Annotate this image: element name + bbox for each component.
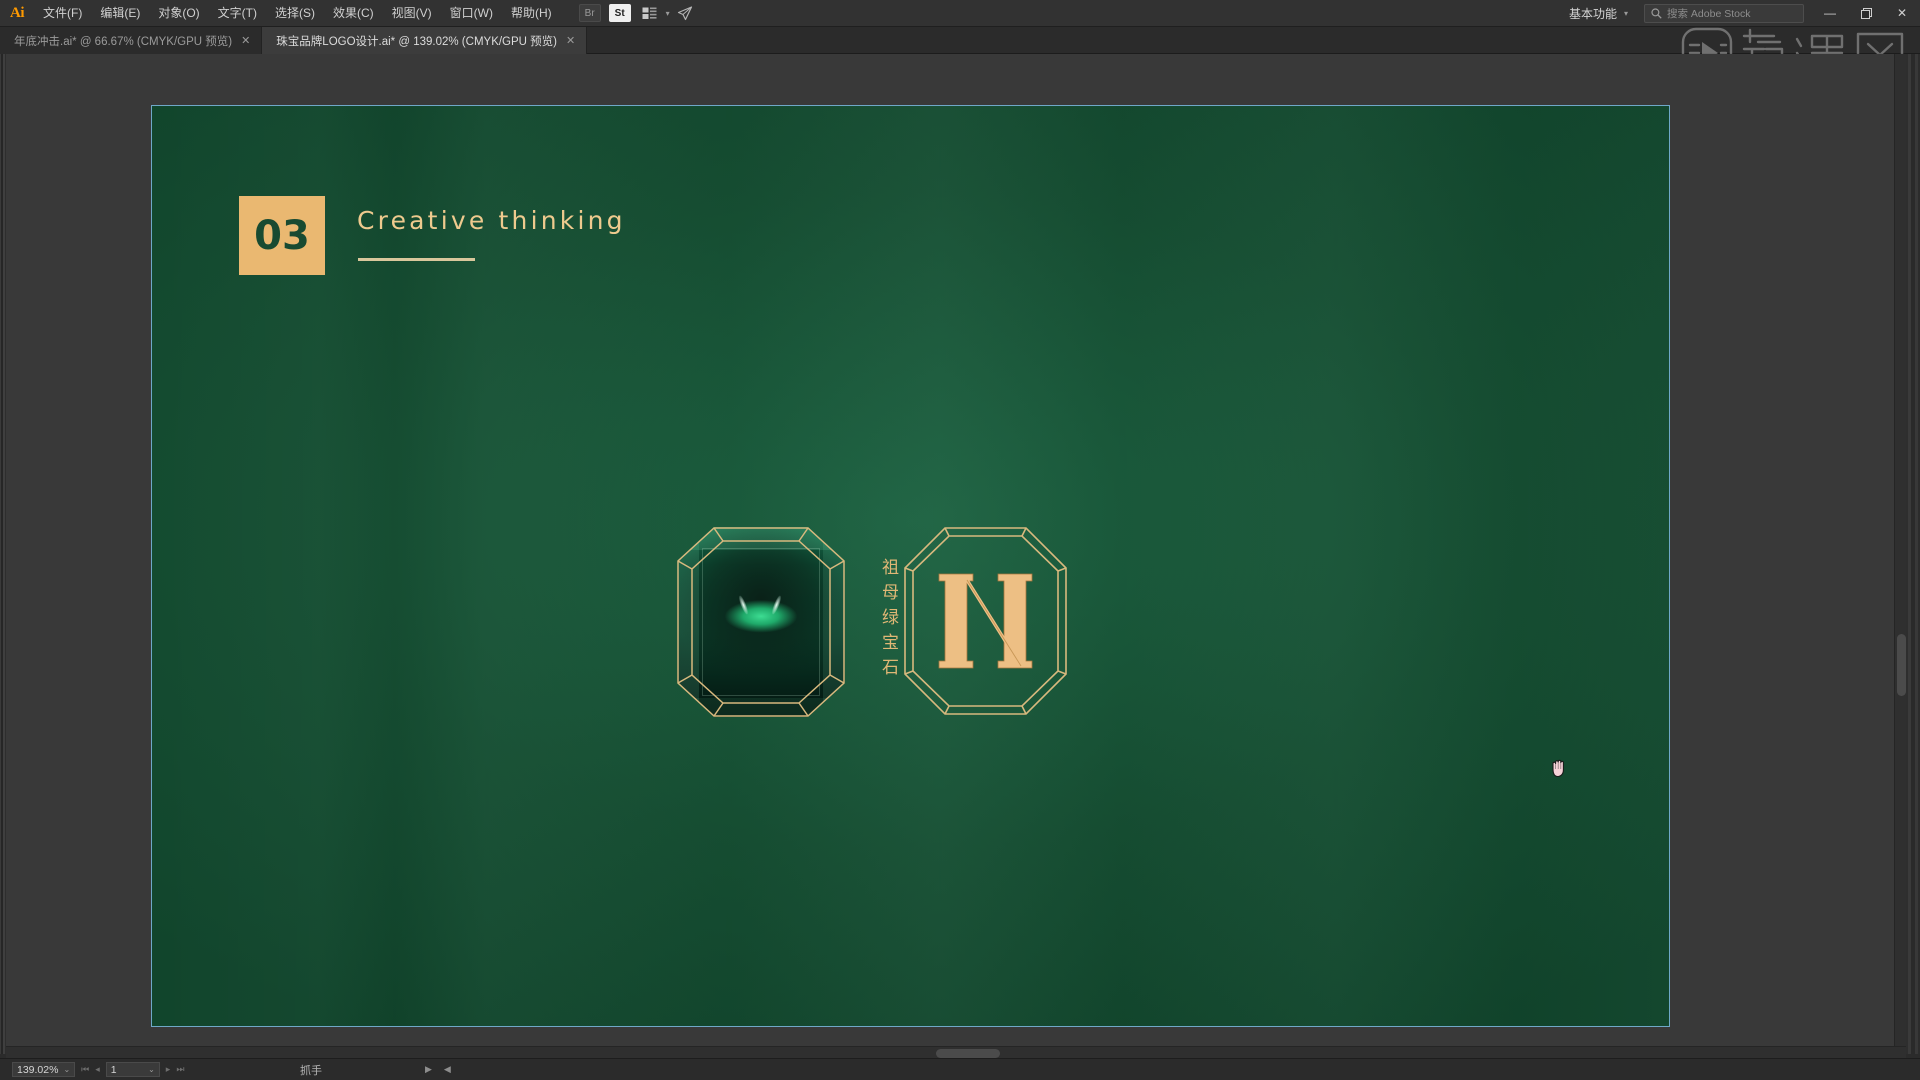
gem-label-char-4: 宝 <box>882 633 900 653</box>
chevron-down-icon[interactable]: ⌄ <box>63 1065 70 1074</box>
vertical-scrollbar[interactable] <box>1894 54 1906 1054</box>
section-number: 03 <box>254 212 310 259</box>
status-nav-arrows[interactable]: ▶ ◀ <box>425 1064 451 1075</box>
artboard-nav-first[interactable]: ⏮ ◂ <box>75 1064 106 1075</box>
app-logo-icon: Ai <box>10 4 25 21</box>
close-icon[interactable]: ✕ <box>566 34 575 47</box>
restore-icon <box>1860 7 1872 19</box>
artboard-nav-last[interactable]: ▸ ⏭ <box>160 1064 191 1075</box>
arrange-documents-icon[interactable] <box>639 4 661 22</box>
section-title-underline <box>358 258 475 261</box>
document-tab-1[interactable]: 年底冲击.ai* @ 66.67% (CMYK/GPU 预览) ✕ <box>0 27 263 54</box>
vertical-scrollbar-thumb[interactable] <box>1897 634 1906 696</box>
current-tool-label[interactable]: 抓手 <box>300 1062 322 1078</box>
menu-file[interactable]: 文件(F) <box>34 0 91 27</box>
workspace-label: 基本功能 <box>1568 6 1617 21</box>
menu-view[interactable]: 视图(V) <box>383 0 441 27</box>
status-bar: 139.02% ⌄ ⏮ ◂ 1 ⌄ ▸ ⏭ 抓手 ▶ ◀ <box>0 1058 1920 1080</box>
menu-type[interactable]: 文字(T) <box>209 0 266 27</box>
close-button[interactable]: ✕ <box>1884 0 1920 27</box>
search-icon <box>1651 7 1662 19</box>
search-input[interactable]: 搜索 Adobe Stock <box>1644 3 1804 23</box>
horizontal-scrollbar[interactable] <box>6 1046 1906 1058</box>
tab-label: 年底冲击.ai* @ 66.67% (CMYK/GPU 预览) <box>14 35 233 48</box>
status-arrow-left-icon[interactable]: ◀ <box>444 1064 451 1075</box>
menubar-right-group: 基本功能 ▾ 搜索 Adobe Stock — ✕ <box>1561 0 1920 27</box>
search-placeholder: 搜索 Adobe Stock <box>1667 7 1751 20</box>
artboard[interactable]: 03 Creative thinking 祖 母 绿 宝 石 <box>151 105 1670 1027</box>
horizontal-scrollbar-thumb[interactable] <box>936 1049 1000 1058</box>
gem-label-char-1: 祖 <box>882 558 900 578</box>
bridge-icon[interactable]: Br <box>578 4 601 22</box>
section-title[interactable]: Creative thinking <box>357 206 626 235</box>
arrange-documents-glyph <box>642 7 657 19</box>
chevron-down-icon[interactable]: ⌄ <box>148 1065 155 1074</box>
last-artboard-icon: ⏭ <box>176 1064 185 1074</box>
minimize-button[interactable]: — <box>1812 0 1848 27</box>
tab-label: 珠宝品牌LOGO设计.ai* @ 139.02% (CMYK/GPU 预览) <box>276 35 558 48</box>
illustrator-window: Ai 文件(F) 编辑(E) 对象(O) 文字(T) 选择(S) 效果(C) 视… <box>0 0 1920 1080</box>
chevron-down-icon[interactable]: ▾ <box>666 9 670 18</box>
prev-artboard-icon: ◂ <box>95 1064 100 1074</box>
canvas-area[interactable]: 03 Creative thinking 祖 母 绿 宝 石 <box>6 54 1906 1054</box>
stock-icon[interactable]: St <box>608 4 631 22</box>
section-number-badge[interactable]: 03 <box>239 196 325 275</box>
restore-button[interactable] <box>1848 0 1884 27</box>
menu-window[interactable]: 窗口(W) <box>441 0 502 27</box>
emerald-gemstone[interactable] <box>677 527 845 717</box>
panels-dock-collapsed[interactable] <box>1906 54 1920 1054</box>
zoom-level-field[interactable]: 139.02% ⌄ <box>12 1062 76 1077</box>
gem-label-char-3: 绿 <box>882 608 900 628</box>
close-icon[interactable]: ✕ <box>241 34 250 47</box>
next-artboard-icon: ▸ <box>165 1064 171 1074</box>
menu-effect[interactable]: 效果(C) <box>324 0 383 27</box>
document-tab-2[interactable]: 珠宝品牌LOGO设计.ai* @ 139.02% (CMYK/GPU 预览) ✕ <box>262 27 588 54</box>
gemstone-label[interactable]: 祖 母 绿 宝 石 <box>880 556 902 681</box>
menu-object[interactable]: 对象(O) <box>149 0 208 27</box>
artboard-number-value: 1 <box>110 1063 117 1076</box>
menu-edit[interactable]: 编辑(E) <box>91 0 149 27</box>
n-monogram-logo[interactable] <box>903 526 1068 716</box>
menu-help[interactable]: 帮助(H) <box>502 0 561 27</box>
workspace-switcher[interactable]: 基本功能 ▾ <box>1561 3 1636 23</box>
document-tab-bar: 年底冲击.ai* @ 66.67% (CMYK/GPU 预览) ✕ 珠宝品牌LO… <box>0 27 1920 54</box>
menu-select[interactable]: 选择(S) <box>266 0 324 27</box>
gemstone-inner-table <box>702 547 820 697</box>
discover-icon[interactable] <box>674 4 696 22</box>
artboard-number-field[interactable]: 1 ⌄ <box>105 1062 160 1077</box>
chevron-down-icon: ▾ <box>1623 8 1628 18</box>
gem-label-char-5: 石 <box>882 658 900 678</box>
n-monogram-glyph <box>904 527 1067 715</box>
first-artboard-icon: ⏮ <box>81 1064 90 1074</box>
discover-glyph <box>677 5 692 20</box>
status-arrow-right-icon[interactable]: ▶ <box>425 1064 432 1075</box>
menu-bar: Ai 文件(F) 编辑(E) 对象(O) 文字(T) 选择(S) 效果(C) 视… <box>0 0 1920 27</box>
zoom-level-value: 139.02% <box>17 1063 59 1076</box>
gem-label-char-2: 母 <box>882 583 900 603</box>
